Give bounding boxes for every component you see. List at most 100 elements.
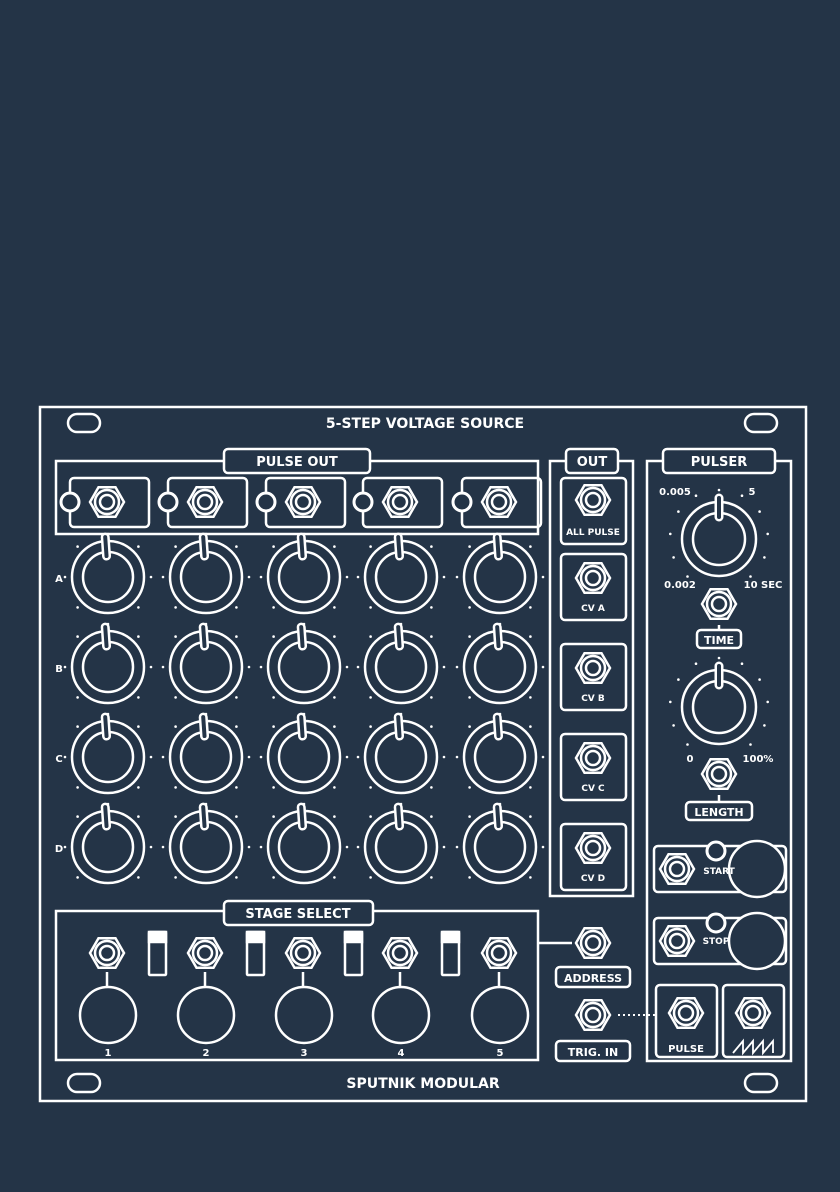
stage-button[interactable] xyxy=(470,985,530,1045)
step-knob[interactable] xyxy=(168,532,244,615)
out-jack-label: CV A xyxy=(581,604,605,614)
scale-dot xyxy=(717,656,721,660)
scale-dot xyxy=(149,665,153,669)
start-jack[interactable] xyxy=(658,853,696,885)
scale-dot xyxy=(529,635,532,638)
scale-dot xyxy=(259,575,263,579)
scale-dot xyxy=(76,815,79,818)
step-knob[interactable] xyxy=(266,712,342,795)
jack-ring xyxy=(705,590,733,618)
step-knob[interactable] xyxy=(70,802,146,885)
step-knob[interactable] xyxy=(266,622,342,705)
scale-dot xyxy=(749,743,752,746)
step-knob[interactable] xyxy=(363,802,439,885)
knob-pointer-core xyxy=(201,715,207,739)
pulse-out-jack[interactable] xyxy=(186,486,224,518)
stage-jack[interactable] xyxy=(186,937,224,969)
scale-dot xyxy=(174,606,177,609)
jack-socket xyxy=(584,569,602,587)
step-knob[interactable] xyxy=(462,802,538,885)
scale-dot xyxy=(63,845,67,849)
stage-switch[interactable] xyxy=(440,930,461,977)
knob-row-label: A xyxy=(55,574,63,585)
out-jack[interactable] xyxy=(574,742,612,774)
scale-dot xyxy=(204,532,208,536)
stop-jack[interactable] xyxy=(658,925,696,957)
stage-button[interactable] xyxy=(274,985,334,1045)
step-knob[interactable] xyxy=(168,622,244,705)
stage-button[interactable] xyxy=(78,985,138,1045)
stage-button[interactable] xyxy=(176,985,236,1045)
length-scale-label-max: 100% xyxy=(743,754,774,765)
scale-dot xyxy=(468,815,471,818)
step-knob[interactable] xyxy=(70,532,146,615)
length-label: LENGTH xyxy=(694,806,743,819)
stage-switch[interactable] xyxy=(245,930,266,977)
out-jack[interactable] xyxy=(574,832,612,864)
scale-dot xyxy=(468,725,471,728)
stage-number: 1 xyxy=(105,1048,112,1059)
time-label: TIME xyxy=(704,634,734,647)
stop-button[interactable] xyxy=(727,911,787,971)
step-knob[interactable] xyxy=(70,622,146,705)
start-button[interactable] xyxy=(727,839,787,899)
time-cv-jack[interactable] xyxy=(700,588,738,620)
scale-dot xyxy=(356,845,360,849)
stage-jack[interactable] xyxy=(88,937,126,969)
scale-dot xyxy=(430,696,433,699)
trig-in-jack[interactable] xyxy=(574,999,612,1031)
pulse-output-jack[interactable] xyxy=(667,997,705,1029)
pulse-out-jack[interactable] xyxy=(480,486,518,518)
stage-jack[interactable] xyxy=(284,937,322,969)
pulse-out-jack[interactable] xyxy=(284,486,322,518)
stage-jack[interactable] xyxy=(480,937,518,969)
scale-dot xyxy=(430,876,433,879)
stage-button[interactable] xyxy=(371,985,431,1045)
saw-output-jack[interactable] xyxy=(734,997,772,1029)
stage-switch[interactable] xyxy=(147,930,168,977)
step-knob[interactable] xyxy=(462,532,538,615)
pulse-out-jack[interactable] xyxy=(381,486,419,518)
step-knob[interactable] xyxy=(266,802,342,885)
step-knob[interactable] xyxy=(168,802,244,885)
length-knob[interactable] xyxy=(680,661,758,746)
pulse-out-jack[interactable] xyxy=(88,486,126,518)
scale-dot xyxy=(235,725,238,728)
out-jack[interactable] xyxy=(574,652,612,684)
scale-dot xyxy=(345,755,349,759)
jack-ring xyxy=(663,927,691,955)
stage-select-frame xyxy=(54,909,540,1062)
stage-switch[interactable] xyxy=(343,930,364,977)
scale-dot xyxy=(468,786,471,789)
step-knob[interactable] xyxy=(462,622,538,705)
jack-socket xyxy=(677,1004,695,1022)
step-knob[interactable] xyxy=(462,712,538,795)
scale-dot xyxy=(76,545,79,548)
step-knob[interactable] xyxy=(363,532,439,615)
scale-dot xyxy=(430,815,433,818)
step-knob[interactable] xyxy=(363,712,439,795)
scale-dot xyxy=(468,876,471,879)
step-knob[interactable] xyxy=(363,622,439,705)
scale-dot xyxy=(442,575,446,579)
scale-dot xyxy=(137,786,140,789)
stage-number: 3 xyxy=(301,1048,308,1059)
address-jack[interactable] xyxy=(574,927,612,959)
out-jack[interactable] xyxy=(574,562,612,594)
scale-dot xyxy=(369,545,372,548)
out-jack[interactable] xyxy=(574,484,612,516)
knob-pointer-core xyxy=(495,715,501,739)
step-knob[interactable] xyxy=(70,712,146,795)
brand-name: SPUTNIK MODULAR xyxy=(346,1076,499,1092)
length-cv-jack[interactable] xyxy=(700,758,738,790)
step-knob[interactable] xyxy=(168,712,244,795)
knob-pointer-core xyxy=(201,535,207,559)
stage-jack[interactable] xyxy=(381,937,419,969)
time-knob[interactable] xyxy=(680,493,758,578)
pulse-out-led xyxy=(451,491,473,513)
scale-dot xyxy=(677,510,680,513)
pulse-out-jack-frame xyxy=(68,476,151,529)
scale-dot xyxy=(235,815,238,818)
jack-socket xyxy=(98,944,116,962)
step-knob[interactable] xyxy=(266,532,342,615)
